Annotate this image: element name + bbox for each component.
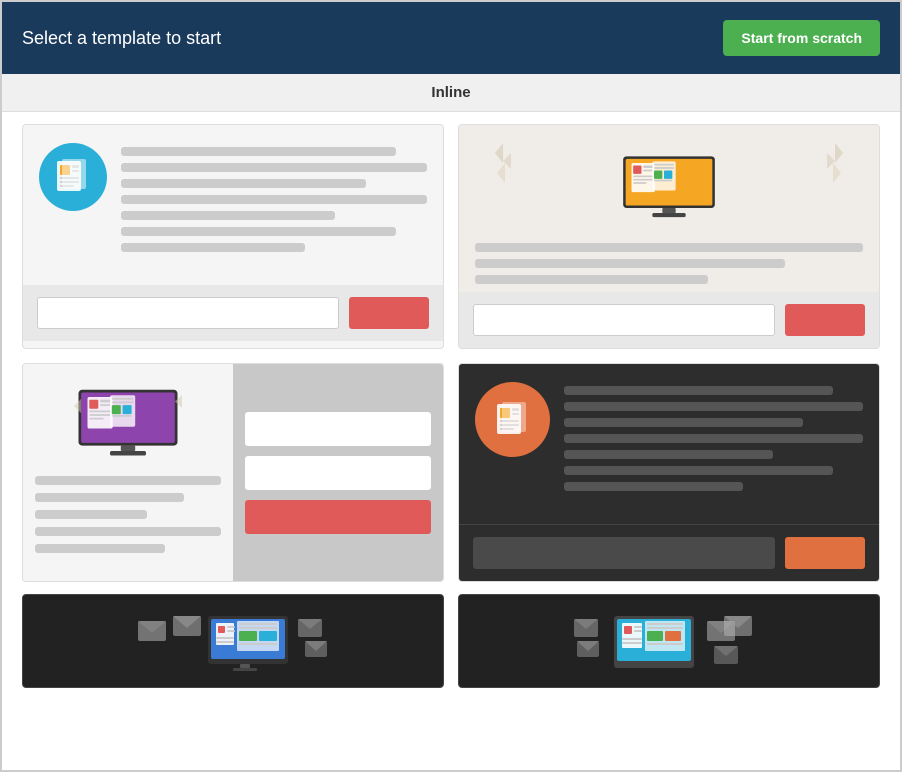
text-line [564,466,833,475]
card-2-body [459,125,879,292]
text-line [121,243,305,252]
text-line [121,227,396,236]
text-line [475,243,863,252]
dark-template-preview-6 [569,611,769,671]
bottom-templates-row [2,594,900,702]
text-line [35,544,165,553]
template-card-5[interactable] [22,594,444,688]
monitor-icon-2 [619,153,719,223]
card-3-left [23,364,233,581]
text-line [35,527,221,536]
template-card-3[interactable] [22,363,444,582]
newspaper-icon [55,157,91,197]
text-line [564,418,803,427]
decorative-triangles-right [823,143,843,183]
monitor-icon-3 [73,388,183,460]
decorative-triangles-left [495,143,515,183]
card-4-submit-button[interactable] [785,537,865,569]
text-line [564,450,773,459]
template-card-4[interactable] [458,363,880,582]
card-3-right [233,364,443,581]
header: Select a template to start Start from sc… [2,2,900,74]
card-1-email-input[interactable] [37,297,339,329]
card-1-icon-circle [39,143,107,211]
text-line [564,482,743,491]
page-title: Select a template to start [22,28,221,49]
card-4-email-input[interactable] [473,537,775,569]
card-3-monitor-area [35,380,221,468]
text-line [564,386,833,395]
card-2-footer [459,292,879,348]
card-3-input-2[interactable] [245,456,431,490]
text-line [121,147,396,156]
text-line [475,259,785,268]
template-card-1[interactable] [22,124,444,349]
text-line [35,510,147,519]
text-line [35,476,221,485]
card-2-text-lines [475,243,863,284]
text-line [121,195,427,204]
text-line [121,179,366,188]
card-4-text-lines [564,382,863,491]
start-from-scratch-button[interactable]: Start from scratch [723,20,880,56]
templates-grid [2,112,900,594]
card-3-submit-button[interactable] [245,500,431,534]
text-line [121,211,335,220]
card-2-submit-button[interactable] [785,304,865,336]
section-label: Inline [2,74,900,112]
card-3-inner [23,364,443,581]
card-1-body [23,125,443,285]
card-1-footer [23,285,443,341]
text-line [564,402,863,411]
card-3-input-1[interactable] [245,412,431,446]
card-2-hero [475,143,863,229]
card-4-icon-circle [475,382,550,457]
template-card-2[interactable] [458,124,880,349]
text-line [35,493,184,502]
text-line [564,434,863,443]
template-card-6[interactable] [458,594,880,688]
card-4-footer [459,524,879,581]
text-line [475,275,708,284]
newspaper-icon-dark [495,400,531,440]
text-line [121,163,427,172]
card-4-body [459,364,879,524]
dark-template-preview-5 [133,611,333,671]
card-1-text-lines [121,143,427,252]
card-1-submit-button[interactable] [349,297,429,329]
card-2-email-input[interactable] [473,304,775,336]
